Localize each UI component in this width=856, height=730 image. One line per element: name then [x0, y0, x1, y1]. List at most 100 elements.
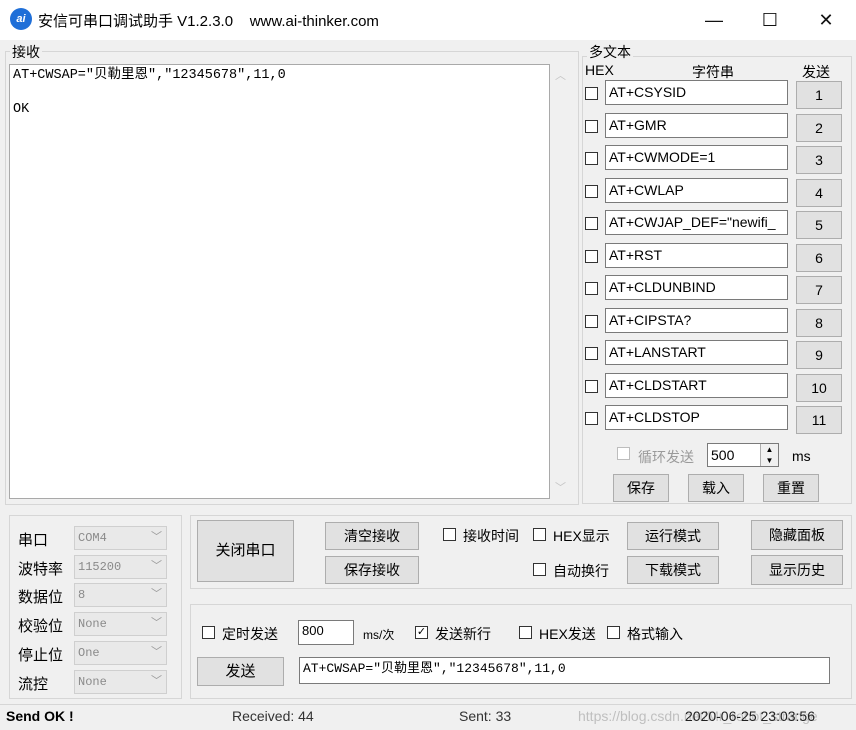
- multitext-string-value: AT+CWMODE=1: [609, 149, 716, 165]
- multitext-string-value: AT+CIPSTA?: [609, 312, 692, 328]
- port-setting-label: 串口: [18, 532, 49, 549]
- chevron-down-icon: ﹀: [151, 561, 162, 573]
- loop-unit-label: ms: [792, 448, 811, 464]
- hex-checkbox[interactable]: [585, 380, 598, 393]
- status-datetime: 2020-06-25 23:03:56: [685, 708, 815, 724]
- hex-checkbox[interactable]: [585, 412, 598, 425]
- multitext-send-button[interactable]: 9: [796, 341, 842, 369]
- send-button[interactable]: 发送: [197, 657, 284, 686]
- multitext-string-input[interactable]: AT+CLDSTOP: [605, 405, 788, 430]
- hex-send-checkbox[interactable]: [519, 626, 532, 639]
- multitext-send-button[interactable]: 8: [796, 309, 842, 337]
- multitext-string-input[interactable]: AT+CLDUNBIND: [605, 275, 788, 300]
- port-setting-select[interactable]: 115200 ﹀: [74, 555, 167, 579]
- timed-send-checkbox[interactable]: [202, 626, 215, 639]
- receive-time-label: 接收时间: [463, 528, 519, 544]
- chevron-down-icon: ﹀: [151, 532, 162, 544]
- multitext-send-button[interactable]: 2: [796, 114, 842, 142]
- multitext-send-button[interactable]: 11: [796, 406, 842, 434]
- multitext-send-button[interactable]: 6: [796, 244, 842, 272]
- port-setting-select[interactable]: One ﹀: [74, 641, 167, 665]
- hex-display-checkbox[interactable]: [533, 528, 546, 541]
- multitext-string-input[interactable]: AT+CLDSTART: [605, 373, 788, 398]
- minimize-button[interactable]: —: [686, 0, 742, 40]
- multitext-send-button[interactable]: 10: [796, 374, 842, 402]
- chevron-down-icon: ﹀: [151, 589, 162, 601]
- timed-interval-input[interactable]: 800: [298, 620, 354, 645]
- port-setting-value: 115200: [78, 560, 122, 574]
- send-newline-checkbox[interactable]: ✓: [415, 626, 428, 639]
- save-receive-button[interactable]: 保存接收: [325, 556, 419, 584]
- auto-wrap-label: 自动换行: [553, 563, 609, 579]
- download-mode-button[interactable]: 下载模式: [627, 556, 719, 584]
- port-setting-select[interactable]: None ﹀: [74, 612, 167, 636]
- port-setting-select[interactable]: 8 ﹀: [74, 583, 167, 607]
- spin-down-icon[interactable]: ▼: [761, 455, 778, 466]
- interval-unit-label: ms/次: [363, 628, 395, 642]
- load-multitext-button[interactable]: 载入: [688, 474, 744, 502]
- multitext-string-input[interactable]: AT+LANSTART: [605, 340, 788, 365]
- hex-checkbox[interactable]: [585, 217, 598, 230]
- hex-checkbox[interactable]: [585, 250, 598, 263]
- multitext-string-input[interactable]: AT+CIPSTA?: [605, 308, 788, 333]
- multitext-string-value: AT+CLDSTART: [609, 377, 707, 393]
- port-setting-value: One: [78, 646, 100, 660]
- multitext-group-label: 多文本: [587, 42, 633, 62]
- hex-checkbox[interactable]: [585, 87, 598, 100]
- save-multitext-button[interactable]: 保存: [613, 474, 669, 502]
- hex-checkbox[interactable]: [585, 315, 598, 328]
- hex-checkbox[interactable]: [585, 152, 598, 165]
- receive-time-checkbox[interactable]: [443, 528, 456, 541]
- multitext-string-input[interactable]: AT+CWJAP_DEF="newifi_: [605, 210, 788, 235]
- scroll-up-arrow-icon[interactable]: ︿: [555, 67, 566, 83]
- hex-checkbox[interactable]: [585, 120, 598, 133]
- timed-interval-value: 800: [302, 623, 324, 638]
- multitext-send-button[interactable]: 4: [796, 179, 842, 207]
- show-history-button[interactable]: 显示历史: [751, 555, 843, 585]
- spin-up-icon[interactable]: ▲: [761, 444, 778, 455]
- auto-wrap-checkbox[interactable]: [533, 563, 546, 576]
- run-mode-button[interactable]: 运行模式: [627, 522, 719, 550]
- send-group: [190, 604, 852, 699]
- hex-checkbox[interactable]: [585, 185, 598, 198]
- multitext-string-input[interactable]: AT+CSYSID: [605, 80, 788, 105]
- receive-content: AT+CWSAP="贝勒里恩","12345678",11,0 OK: [13, 67, 286, 118]
- port-setting-label: 数据位: [18, 589, 64, 606]
- format-input-checkbox[interactable]: [607, 626, 620, 639]
- clear-receive-button[interactable]: 清空接收: [325, 522, 419, 550]
- multitext-send-button[interactable]: 1: [796, 81, 842, 109]
- loop-send-checkbox[interactable]: [617, 447, 630, 460]
- loop-interval-spinner[interactable]: ▲ ▼: [760, 444, 778, 466]
- multitext-string-input[interactable]: AT+CWMODE=1: [605, 145, 788, 170]
- multitext-send-button[interactable]: 7: [796, 276, 842, 304]
- receive-line: [13, 84, 286, 101]
- receive-textarea[interactable]: AT+CWSAP="贝勒里恩","12345678",11,0 OK ︿ ﹀: [9, 64, 566, 499]
- close-port-button[interactable]: 关闭串口: [197, 520, 294, 582]
- port-setting-select[interactable]: COM4 ﹀: [74, 526, 167, 550]
- sent-count: Sent: 33: [459, 708, 512, 724]
- port-setting-select[interactable]: None ﹀: [74, 670, 167, 694]
- multitext-send-button[interactable]: 5: [796, 211, 842, 239]
- send-input[interactable]: AT+CWSAP="贝勒里恩","12345678",11,0: [299, 657, 830, 684]
- receive-line: AT+CWSAP="贝勒里恩","12345678",11,0: [13, 68, 286, 83]
- loop-interval-value: 500: [711, 447, 735, 463]
- window-title: 安信可串口调试助手 V1.2.3.0 www.ai-thinker.com: [38, 13, 379, 30]
- close-button[interactable]: ✕: [798, 0, 854, 40]
- hide-panel-button[interactable]: 隐藏面板: [751, 520, 843, 550]
- scroll-down-arrow-icon[interactable]: ﹀: [555, 479, 566, 495]
- hex-checkbox[interactable]: [585, 347, 598, 360]
- chevron-down-icon: ﹀: [151, 647, 162, 659]
- port-setting-label: 停止位: [18, 647, 64, 664]
- port-setting-value: 8: [78, 588, 86, 602]
- maximize-button[interactable]: ☐: [742, 0, 798, 40]
- multitext-string-value: AT+LANSTART: [609, 344, 706, 360]
- multitext-send-button[interactable]: 3: [796, 146, 842, 174]
- multitext-string-input[interactable]: AT+CWLAP: [605, 178, 788, 203]
- port-setting-label: 流控: [18, 676, 49, 693]
- title-bar[interactable]: ai 安信可串口调试助手 V1.2.3.0 www.ai-thinker.com…: [0, 0, 856, 40]
- hex-checkbox[interactable]: [585, 282, 598, 295]
- multitext-string-input[interactable]: AT+GMR: [605, 113, 788, 138]
- multitext-string-value: AT+GMR: [609, 117, 667, 133]
- reset-multitext-button[interactable]: 重置: [763, 474, 819, 502]
- multitext-string-input[interactable]: AT+RST: [605, 243, 788, 268]
